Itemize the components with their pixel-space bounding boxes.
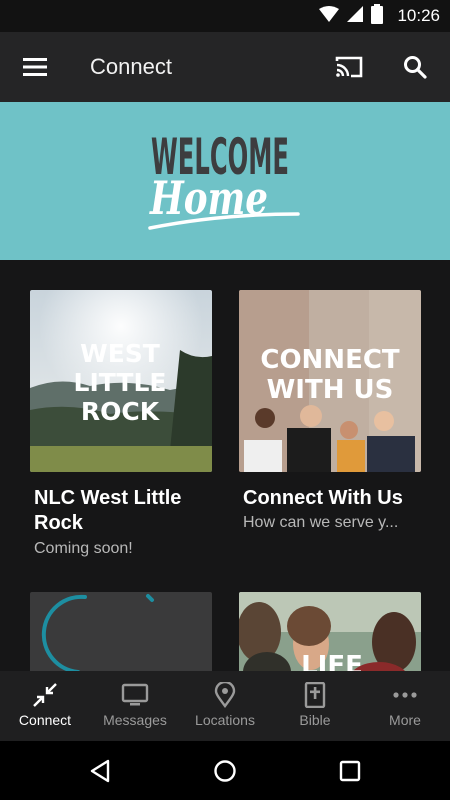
status-bar: 10:26 bbox=[0, 0, 450, 32]
status-time: 10:26 bbox=[397, 6, 440, 25]
card-loading[interactable] bbox=[30, 592, 212, 682]
bottom-navigation: Connect Messages Locations Bible More bbox=[0, 671, 450, 741]
bible-icon bbox=[304, 682, 326, 708]
nav-item-messages[interactable]: Messages bbox=[90, 671, 180, 741]
home-circle-icon bbox=[214, 760, 236, 782]
tv-icon bbox=[121, 683, 149, 706]
welcome-banner[interactable]: WELCOME Home bbox=[0, 102, 450, 260]
recents-button[interactable] bbox=[330, 751, 370, 791]
loading-spinner-icon bbox=[41, 594, 87, 674]
signal-icon bbox=[347, 5, 364, 27]
back-button[interactable] bbox=[80, 751, 120, 791]
card-image-loading bbox=[30, 592, 212, 682]
card-title: NLC West Little Rock bbox=[34, 487, 182, 534]
more-dots-icon bbox=[393, 692, 417, 698]
search-icon bbox=[404, 56, 427, 79]
card-life[interactable]: LIFE bbox=[239, 592, 421, 682]
card-image-text-line-2: WITH US bbox=[267, 375, 394, 405]
card-nlc-west-little-rock[interactable]: WEST LITTLE ROCK NLC West Little Rock Co… bbox=[30, 290, 212, 590]
screen: 10:26 Connect WELCOME Home WEST LITTLE R… bbox=[0, 0, 450, 800]
card-image-text-line-3: ROCK bbox=[81, 397, 161, 426]
app-bar: Connect bbox=[0, 32, 450, 102]
page-title: Connect bbox=[90, 54, 172, 79]
card-title: Connect With Us bbox=[243, 487, 403, 509]
welcome-home-logo: WELCOME Home bbox=[148, 128, 300, 230]
nav-label-messages: Messages bbox=[103, 712, 167, 728]
search-button[interactable] bbox=[396, 50, 434, 84]
card-image-text-line-1: WEST bbox=[80, 339, 160, 368]
nav-item-locations[interactable]: Locations bbox=[180, 671, 270, 741]
connect-icon bbox=[33, 683, 57, 707]
card-image-text-line-1: CONNECT bbox=[260, 345, 400, 375]
nav-item-bible[interactable]: Bible bbox=[270, 671, 360, 741]
cards-grid: WEST LITTLE ROCK NLC West Little Rock Co… bbox=[0, 260, 450, 682]
nav-label-bible: Bible bbox=[299, 712, 331, 728]
wifi-icon bbox=[319, 5, 340, 27]
card-subtitle: Coming soon! bbox=[34, 540, 133, 557]
card-image-text-line-2: LITTLE bbox=[74, 368, 167, 397]
home-button[interactable] bbox=[205, 751, 245, 791]
back-triangle-icon bbox=[90, 759, 110, 783]
hamburger-icon bbox=[23, 58, 47, 76]
card-image-life: LIFE bbox=[239, 592, 421, 682]
nav-label-connect: Connect bbox=[18, 712, 72, 728]
card-subtitle: How can we serve y... bbox=[243, 514, 399, 531]
nav-label-more: More bbox=[389, 712, 421, 728]
battery-icon bbox=[371, 3, 384, 29]
system-navigation-bar bbox=[0, 741, 450, 800]
nav-label-locations: Locations bbox=[195, 712, 255, 728]
recents-square-icon bbox=[339, 760, 361, 782]
nav-item-connect[interactable]: Connect bbox=[0, 671, 90, 741]
location-pin-icon bbox=[214, 682, 236, 708]
cast-button[interactable] bbox=[330, 50, 368, 84]
card-connect-with-us[interactable]: CONNECT WITH US Connect With Us How can … bbox=[239, 290, 421, 590]
menu-button[interactable] bbox=[18, 52, 52, 82]
nav-item-more[interactable]: More bbox=[360, 671, 450, 741]
cast-icon bbox=[335, 56, 363, 78]
card-image-connect-with-us: CONNECT WITH US bbox=[239, 290, 421, 472]
card-image-west-little-rock: WEST LITTLE ROCK bbox=[30, 290, 212, 472]
